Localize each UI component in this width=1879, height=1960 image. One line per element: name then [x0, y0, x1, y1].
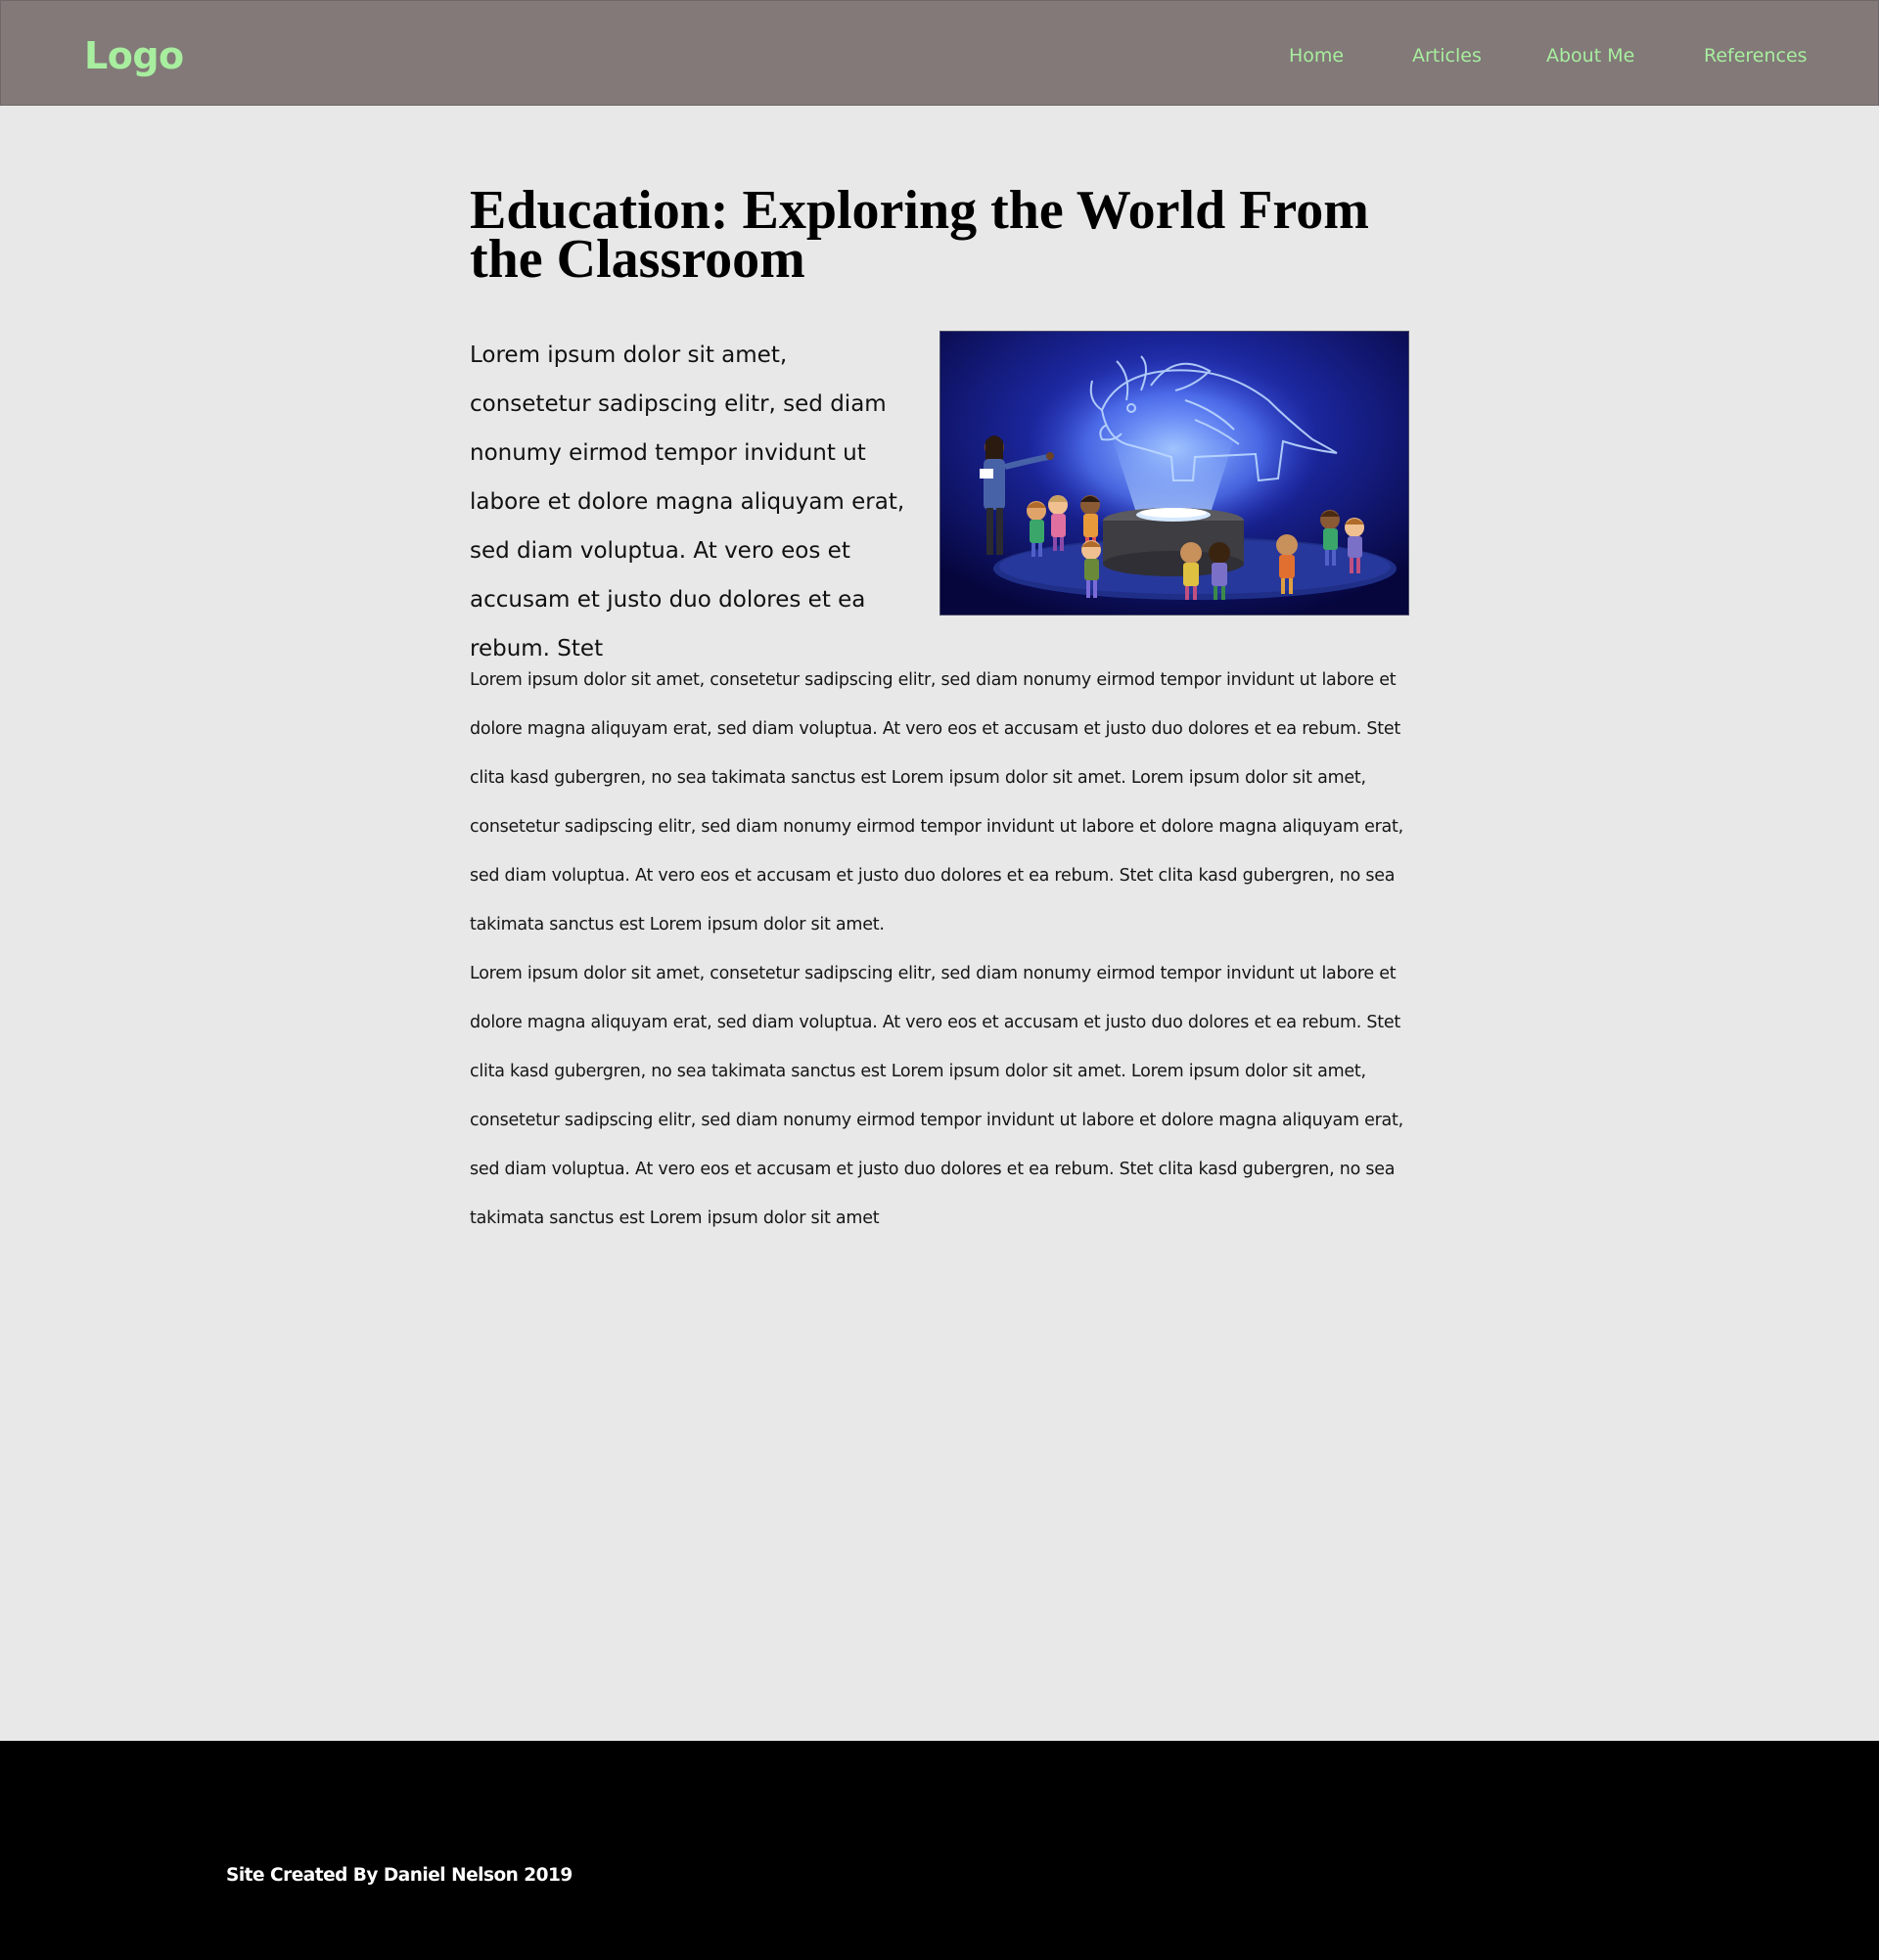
- nav-link-about-me[interactable]: About Me: [1546, 44, 1634, 68]
- site-footer: Site Created By Daniel Nelson 2019: [0, 1741, 1879, 1960]
- nav-link-home[interactable]: Home: [1289, 44, 1344, 68]
- site-logo[interactable]: Logo: [84, 34, 184, 77]
- nav-link-articles[interactable]: Articles: [1412, 44, 1482, 68]
- article: Education: Exploring the World From the …: [470, 180, 1409, 1228]
- hero-image: [940, 331, 1409, 615]
- footer-credit: Site Created By Daniel Nelson 2019: [226, 1865, 573, 1886]
- article-body: Lorem ipsum dolor sit amet, consetetur s…: [470, 656, 1414, 1243]
- article-title: Education: Exploring the World From the …: [470, 180, 1369, 290]
- body-paragraph-1: Lorem ipsum dolor sit amet, consetetur s…: [470, 670, 1403, 934]
- intro-text: Lorem ipsum dolor sit amet, consetetur s…: [470, 342, 905, 661]
- nav-link-references[interactable]: References: [1704, 44, 1808, 68]
- site-header: Logo Home Articles About Me References: [0, 0, 1879, 106]
- body-paragraph-2: Lorem ipsum dolor sit amet, consetetur s…: [470, 964, 1403, 1228]
- hologram-dinosaur-illustration: [940, 332, 1408, 615]
